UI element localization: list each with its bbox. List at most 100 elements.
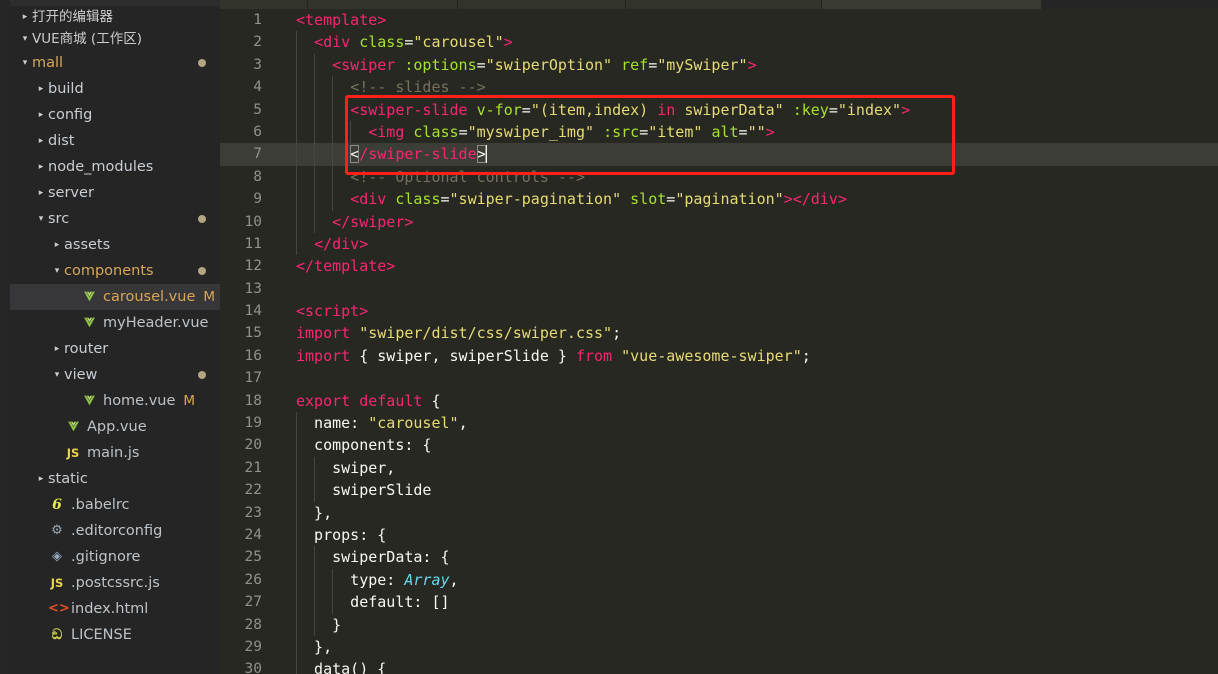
code-line[interactable]: 17 xyxy=(220,367,1218,389)
indent-guide xyxy=(296,591,297,614)
chevron-down-icon[interactable] xyxy=(50,364,64,386)
chevron-right-icon[interactable] xyxy=(34,130,48,152)
tree-folder-dist[interactable]: dist xyxy=(10,128,220,154)
indent-guide xyxy=(296,456,297,480)
code-line[interactable]: 2 <div class="carousel"> xyxy=(220,31,1218,54)
line-number: 10 xyxy=(244,213,262,230)
code-line[interactable]: 7 </swiper-slide> xyxy=(220,143,1218,166)
editor-tab-4[interactable] xyxy=(626,0,822,9)
code-line[interactable]: 20 components: { xyxy=(220,434,1218,457)
tree-folder-view[interactable]: view xyxy=(10,362,220,388)
indent-guide xyxy=(332,76,334,99)
tree-file-main-js[interactable]: JS main.js xyxy=(10,440,220,466)
code-editor[interactable]: 1 <template> 2 <div class="carousel"> 3 <sw… xyxy=(220,9,1218,674)
chevron-down-icon[interactable] xyxy=(50,260,64,282)
code-line[interactable]: 9 <div class="swiper-pagination" slot="p… xyxy=(220,188,1218,211)
code-line[interactable]: 23 }, xyxy=(220,501,1218,524)
activity-bar[interactable] xyxy=(0,0,10,674)
code-line[interactable]: 26 type: Array, xyxy=(220,568,1218,592)
tree-file-carousel-vue[interactable]: carousel.vue M xyxy=(10,284,220,310)
indent-guide xyxy=(314,120,316,144)
indent-guide xyxy=(332,143,334,166)
chevron-right-icon[interactable] xyxy=(18,6,32,28)
code-text: default: [] xyxy=(281,591,1218,614)
editor-tab-2[interactable] xyxy=(308,0,458,9)
code-line[interactable]: 21 swiper, xyxy=(220,456,1218,480)
tree-folder-build[interactable]: build xyxy=(10,76,220,102)
tree-folder-src[interactable]: src xyxy=(10,206,220,232)
chevron-right-icon[interactable] xyxy=(34,104,48,126)
chevron-right-icon[interactable] xyxy=(34,156,48,178)
code-line[interactable]: 3 <swiper :options="swiperOption" ref="m… xyxy=(220,53,1218,77)
tree-folder-server[interactable]: server xyxy=(10,180,220,206)
line-number: 19 xyxy=(244,415,262,432)
code-line[interactable]: 29 }, xyxy=(220,635,1218,659)
explorer-section-workspace[interactable]: VUE商城 (工作区) xyxy=(10,28,220,50)
code-line[interactable]: 13 xyxy=(220,278,1218,300)
chevron-right-icon[interactable] xyxy=(34,182,48,204)
token-str: swiperData" xyxy=(684,100,784,119)
line-number: 7 xyxy=(253,146,262,163)
file-tree[interactable]: mall build config dist node_modulesserver src… xyxy=(10,50,220,648)
code-line[interactable]: 14 <script> xyxy=(220,300,1218,322)
code-line[interactable]: 28 } xyxy=(220,613,1218,636)
editor-tab-5[interactable] xyxy=(822,0,1042,9)
token-plain: ; xyxy=(801,346,811,365)
tree-folder-components[interactable]: components xyxy=(10,258,220,284)
code-line[interactable]: 4 <!-- slides --> xyxy=(220,76,1218,99)
code-line[interactable]: 6 <img class="myswiper_img" :src="item" … xyxy=(220,120,1218,144)
tree-file-editorconfig[interactable]: ⚙ .editorconfig xyxy=(10,518,220,544)
tree-file-gitignore[interactable]: ◈ .gitignore xyxy=(10,544,220,570)
code-line[interactable]: 10 </swiper> xyxy=(220,210,1218,233)
chevron-right-icon[interactable] xyxy=(50,234,64,256)
code-line[interactable]: 25 swiperData: { xyxy=(220,546,1218,569)
code-line[interactable]: 24 props: { xyxy=(220,523,1218,547)
tree-file-home-vue[interactable]: home.vue M xyxy=(10,388,220,414)
tree-folder-node-modules[interactable]: node_modules xyxy=(10,154,220,180)
code-line[interactable]: 19 name: "carousel", xyxy=(220,412,1218,435)
token-tag: </div> xyxy=(314,234,369,253)
tree-item-label: carousel.vue xyxy=(103,289,196,305)
code-text: type: Array, xyxy=(281,568,1218,592)
code-line[interactable]: 18 export default { xyxy=(220,390,1218,412)
editor-tab-bar[interactable] xyxy=(220,0,1218,9)
code-line[interactable]: 11 </div> xyxy=(220,232,1218,256)
tree-folder-assets[interactable]: assets xyxy=(10,232,220,258)
line-number: 13 xyxy=(244,280,262,297)
code-line[interactable]: 8 <!-- Optional controls --> xyxy=(220,165,1218,189)
vue-file-icon xyxy=(64,414,82,440)
explorer-sidebar[interactable]: 打开的编辑器 VUE商城 (工作区) mall build config dist nod… xyxy=(10,0,220,674)
code-line[interactable]: 5 <swiper-slide v-for="(item,index) in s… xyxy=(220,98,1218,121)
tree-folder-config[interactable]: config xyxy=(10,102,220,128)
tree-file-app-vue[interactable]: App.vue xyxy=(10,414,220,440)
tree-file-index-html[interactable]: <> index.html xyxy=(10,596,220,622)
code-line[interactable]: 12 </template> xyxy=(220,255,1218,277)
editor-tab-1[interactable] xyxy=(220,0,308,9)
chevron-right-icon[interactable] xyxy=(50,338,64,360)
line-number: 6 xyxy=(253,123,262,140)
chevron-down-icon[interactable] xyxy=(18,28,32,50)
editor-tab-3[interactable] xyxy=(458,0,626,9)
folder-change-dot xyxy=(198,267,206,275)
chevron-right-icon[interactable] xyxy=(34,468,48,490)
chevron-down-icon[interactable] xyxy=(34,208,48,230)
code-line[interactable]: 1 <template> xyxy=(220,9,1218,31)
chevron-down-icon[interactable] xyxy=(18,52,32,74)
code-line[interactable]: 22 swiperSlide xyxy=(220,479,1218,502)
code-line[interactable]: 15 import "swiper/dist/css/swiper.css"; xyxy=(220,322,1218,344)
tree-file-postcssrc-js[interactable]: JS .postcssrc.js xyxy=(10,570,220,596)
tree-file-license[interactable]: ඞ LICENSE xyxy=(10,622,220,648)
tree-file-myheader-vue[interactable]: myHeader.vue xyxy=(10,310,220,336)
tree-folder-mall[interactable]: mall xyxy=(10,50,220,76)
explorer-section-open-editors[interactable]: 打开的编辑器 xyxy=(10,6,220,28)
chevron-right-icon[interactable] xyxy=(34,78,48,100)
tree-folder-router[interactable]: router xyxy=(10,336,220,362)
code-line[interactable]: 16 import { swiper, swiperSlide } from "v… xyxy=(220,345,1218,367)
code-line[interactable]: 30 data() { xyxy=(220,658,1218,674)
token-plain: default: [] xyxy=(296,593,450,612)
tree-file-babelrc[interactable]: 6 .babelrc xyxy=(10,492,220,518)
indent-guide xyxy=(296,635,297,659)
code-line[interactable]: 27 default: [] xyxy=(220,591,1218,614)
tree-folder-static[interactable]: static xyxy=(10,466,220,492)
